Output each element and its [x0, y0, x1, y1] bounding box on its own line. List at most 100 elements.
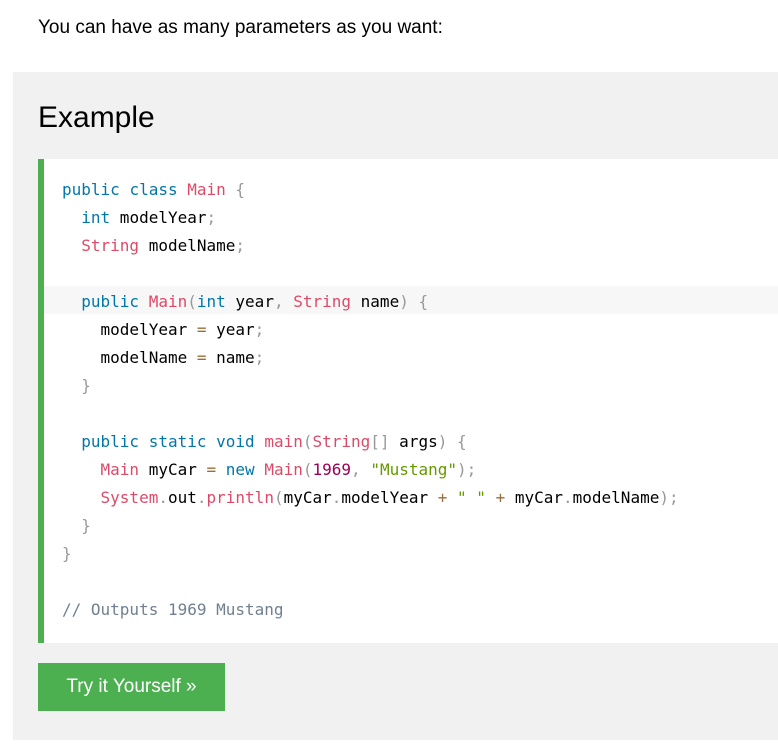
code-token: ; [668, 488, 679, 507]
code-token: int [81, 208, 111, 227]
code-token: public [81, 432, 140, 451]
code-token: name [206, 348, 255, 367]
code-token: modelName [139, 236, 236, 255]
code-token: [] [370, 432, 390, 451]
code-token: , [273, 292, 284, 311]
code-token: args [389, 432, 438, 451]
code-token: ( [273, 488, 284, 507]
code-line: } [62, 540, 679, 568]
code-token: { [457, 432, 467, 451]
code-token: String [312, 432, 371, 451]
code-block: public class Main { int modelYear; Strin… [38, 159, 778, 643]
code-token: Main [187, 180, 226, 199]
code-token: { [235, 180, 246, 199]
code-line: public class Main { [62, 176, 679, 204]
example-heading: Example [38, 101, 155, 134]
code-token: // Outputs 1969 Mustang [62, 600, 284, 619]
code-token: public [62, 180, 120, 199]
code-token: = [196, 320, 207, 339]
code-line: String modelName; [62, 232, 679, 260]
code-line: int modelYear; [62, 204, 679, 232]
code-token: int [196, 292, 226, 311]
code-line: // Outputs 1969 Mustang [62, 596, 679, 624]
code-token: "Mustang" [370, 460, 458, 479]
code-token: year [225, 292, 274, 311]
code-token: myCar [139, 460, 207, 479]
code-token: year [206, 320, 255, 339]
code-line: } [62, 372, 679, 400]
code-token: myCar [283, 488, 332, 507]
code-token: ) [457, 460, 467, 479]
code-token: Main [100, 460, 140, 479]
code-token: { [418, 292, 429, 311]
code-token: new [225, 460, 255, 479]
code-token: ( [302, 460, 313, 479]
code-token: modelName [62, 348, 197, 367]
code-token: myCar [505, 488, 563, 507]
code-token: ; [254, 320, 265, 339]
code-token: 1969 [312, 460, 352, 479]
code-line: modelYear = year; [62, 316, 679, 344]
code-token: } [81, 376, 91, 395]
code-token: println [206, 488, 274, 507]
code-token: , [351, 460, 361, 479]
code-token: ) [399, 292, 409, 311]
code-token: ; [235, 236, 246, 255]
code-line: } [62, 512, 679, 540]
code-token: static [148, 432, 207, 451]
code-token: = [206, 460, 217, 479]
code-token: . [158, 488, 168, 507]
code-token: String [293, 292, 352, 311]
code-token: ) [437, 432, 448, 451]
try-it-yourself-button[interactable]: Try it Yourself » [38, 663, 225, 711]
code-token: main [264, 432, 303, 451]
code-token: class [129, 180, 178, 199]
code-token: " " [457, 488, 486, 507]
code-token: String [81, 236, 140, 255]
code-token: ( [187, 292, 197, 311]
example-panel: Example public class Main { int modelYea… [13, 72, 778, 740]
code-token: Main [148, 292, 188, 311]
code-token: ; [206, 208, 217, 227]
code-token: ; [254, 348, 265, 367]
code-token: modelYear [110, 208, 207, 227]
code-line: public Main(int year, String name) { [62, 288, 679, 316]
code-token: void [216, 432, 255, 451]
code-token: public [81, 292, 140, 311]
code-token: . [196, 488, 207, 507]
code-line: public static void main(String[] args) { [62, 428, 679, 456]
code-line: System.out.println(myCar.modelYear + " "… [62, 484, 679, 512]
code-token: . [331, 488, 342, 507]
code-token: modelName [572, 488, 660, 507]
code-token: } [81, 516, 91, 535]
code-line: Main myCar = new Main(1969, "Mustang"); [62, 456, 679, 484]
code-token: = [196, 348, 207, 367]
code-token: Main [264, 460, 303, 479]
intro-text: You can have as many parameters as you w… [38, 17, 443, 38]
code-token: + [437, 488, 448, 507]
code-token: modelYear [62, 320, 197, 339]
code-token: . [563, 488, 573, 507]
code-line: modelName = name; [62, 344, 679, 372]
